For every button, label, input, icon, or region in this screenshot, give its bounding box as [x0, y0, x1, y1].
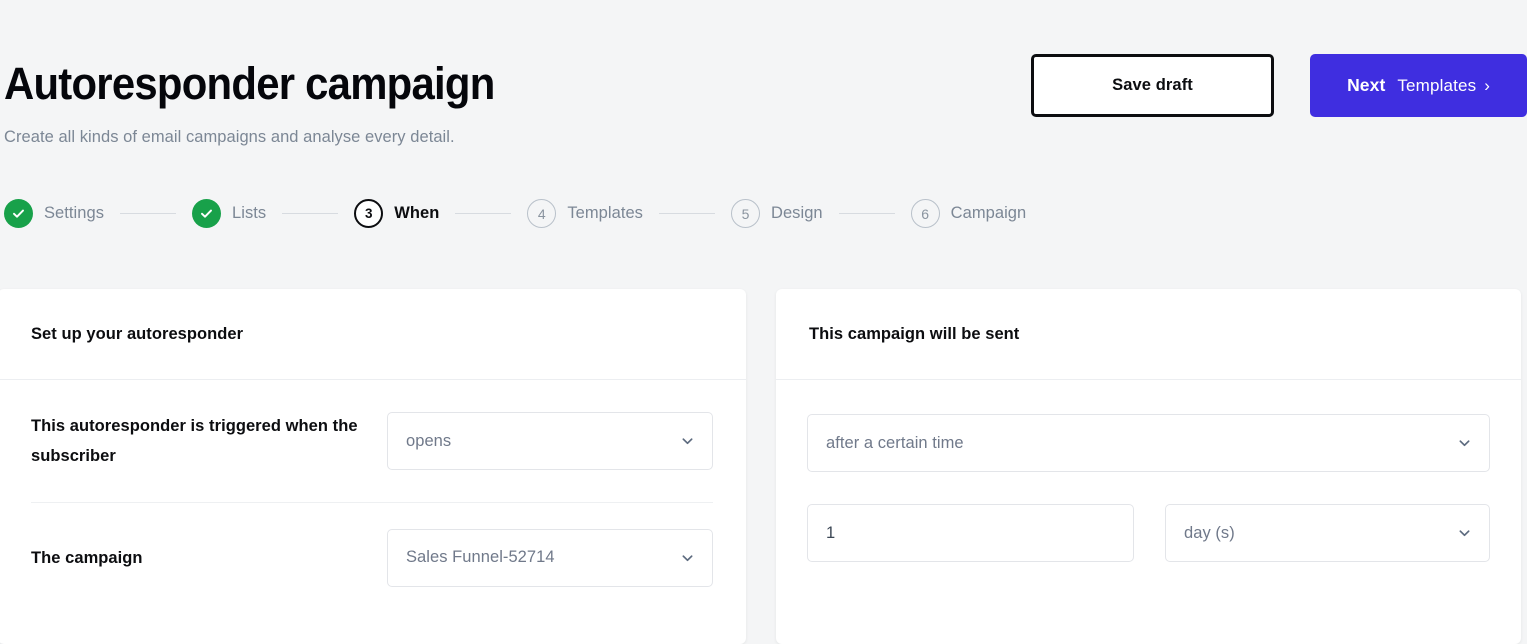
campaign-field-label: The campaign	[31, 548, 143, 567]
step-number-campaign: 6	[910, 199, 940, 228]
save-draft-button[interactable]: Save draft	[1031, 54, 1274, 117]
sidebar-item-lists[interactable]: Lists	[192, 199, 266, 228]
step-connector-2	[282, 213, 339, 214]
sidebar-item-templates[interactable]: 4 Templates	[527, 199, 643, 228]
check-icon-lists	[192, 199, 222, 228]
duration-row: 1 day (s)	[807, 504, 1490, 562]
step-label-design: Design	[770, 204, 823, 222]
autoresponder-setup-card-body: This autoresponder is triggered when the…	[0, 380, 746, 612]
chevron-down-icon-unit	[1457, 526, 1472, 541]
duration-unit-select[interactable]: day (s)	[1165, 504, 1490, 562]
step-connector-5	[838, 213, 895, 214]
send-timing-card-header: This campaign will be sent	[776, 289, 1521, 380]
header-actions: Save draft Next Templates ›	[1031, 54, 1527, 117]
cards-container: Set up your autoresponder This autorespo…	[0, 289, 1527, 644]
send-timing-card: This campaign will be sent after a certa…	[776, 289, 1521, 644]
sidebar-item-settings[interactable]: Settings	[4, 199, 104, 228]
trigger-select-value: opens	[406, 431, 452, 450]
chevron-down-icon-trigger	[680, 434, 695, 449]
next-templates-button[interactable]: Next Templates ›	[1310, 54, 1527, 117]
step-connector-1	[120, 213, 177, 214]
timing-select[interactable]: after a certain time	[807, 414, 1490, 472]
page-subtitle: Create all kinds of email campaigns and …	[4, 128, 455, 146]
autoresponder-setup-card: Set up your autoresponder This autorespo…	[0, 289, 746, 644]
duration-unit-value: day (s)	[1184, 523, 1235, 542]
duration-amount-input[interactable]: 1	[807, 504, 1134, 562]
campaign-select-value: Sales Funnel-52714	[406, 548, 555, 566]
duration-amount-value: 1	[826, 523, 836, 542]
chevron-right-icon: ›	[1484, 76, 1490, 95]
trigger-field-label: This autoresponder is triggered when the…	[31, 417, 358, 465]
step-number-templates: 4	[527, 199, 557, 228]
timing-select-value: after a certain time	[826, 433, 964, 452]
send-timing-card-body: after a certain time 1 day (s)	[776, 380, 1521, 562]
step-label-templates: Templates	[567, 204, 643, 222]
chevron-down-icon-timing	[1457, 436, 1472, 451]
autoresponder-campaign-page: Autoresponder campaign Create all kinds …	[0, 0, 1527, 644]
page-title: Autoresponder campaign	[4, 58, 495, 109]
sidebar-item-design[interactable]: 5 Design	[730, 199, 823, 228]
step-label-settings: Settings	[44, 204, 105, 222]
chevron-down-icon-campaign	[680, 550, 695, 565]
step-number-design: 5	[730, 199, 760, 228]
step-connector-4	[658, 213, 715, 214]
campaign-select[interactable]: Sales Funnel-52714	[387, 528, 713, 587]
step-connector-3	[455, 213, 512, 214]
page-header: Autoresponder campaign Create all kinds …	[0, 0, 1527, 170]
autoresponder-setup-card-header: Set up your autoresponder	[0, 289, 746, 380]
sidebar-item-when[interactable]: 3 When	[354, 199, 439, 228]
sidebar-item-campaign[interactable]: 6 Campaign	[910, 199, 1027, 228]
wizard-stepper: Settings Lists 3 When 4 Templates 5 Desi…	[4, 199, 1026, 228]
campaign-field-row: The campaign Sales Funnel-52714	[31, 502, 713, 612]
step-label-campaign: Campaign	[950, 204, 1027, 222]
trigger-field-row: This autoresponder is triggered when the…	[31, 380, 713, 502]
autoresponder-setup-card-title: Set up your autoresponder	[31, 324, 244, 343]
trigger-select[interactable]: opens	[387, 412, 713, 470]
check-icon-settings	[4, 199, 33, 228]
next-button-word: Next	[1347, 75, 1386, 95]
step-label-when: When	[394, 204, 440, 222]
step-number-when: 3	[354, 199, 384, 228]
step-label-lists: Lists	[232, 204, 267, 222]
send-timing-card-title: This campaign will be sent	[809, 324, 1020, 343]
next-button-target: Templates	[1397, 75, 1477, 95]
